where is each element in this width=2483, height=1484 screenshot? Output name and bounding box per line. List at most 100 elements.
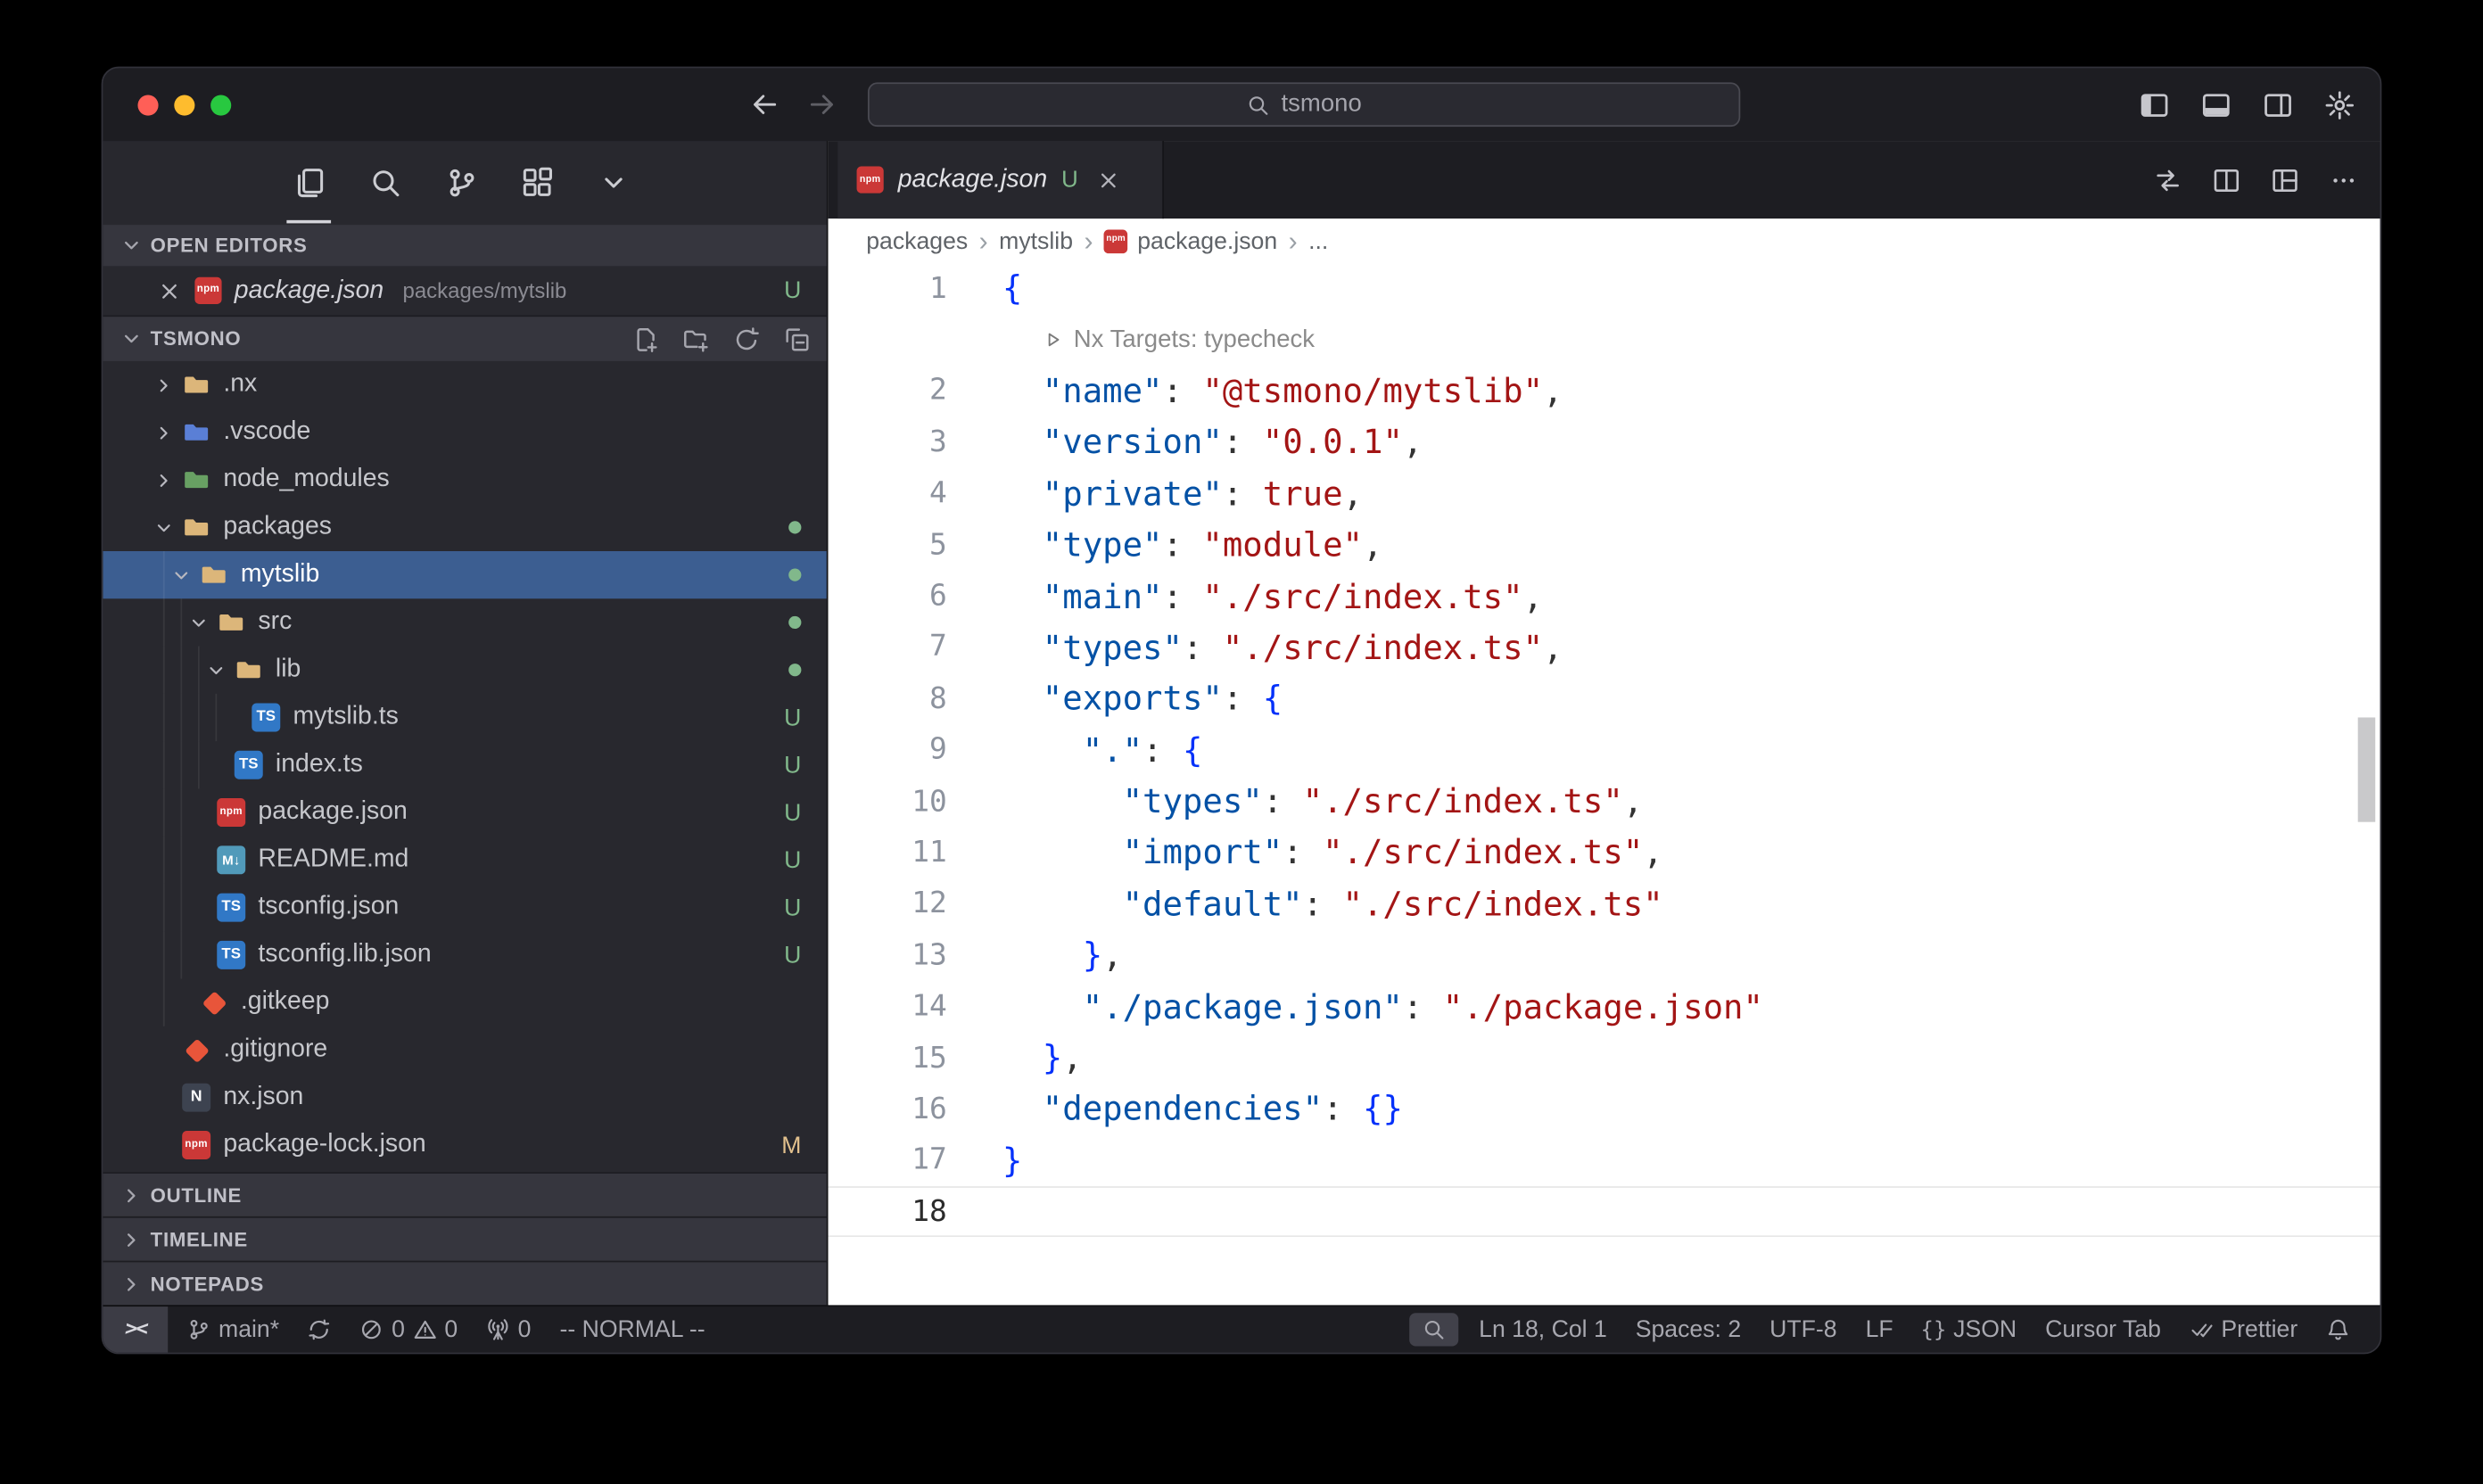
status-sync-changes[interactable] <box>293 1307 346 1353</box>
status-encoding[interactable]: UTF-8 <box>1755 1307 1851 1353</box>
status-ports-label: 0 <box>518 1316 532 1343</box>
layout-panel-icon[interactable] <box>2201 89 2231 120</box>
status-vim-mode[interactable]: -- NORMAL -- <box>545 1307 719 1353</box>
code-line-11[interactable]: 11 "import": "./src/index.ts", <box>829 828 2380 879</box>
code-area[interactable]: 1{Nx Targets: typecheck2 "name": "@tsmon… <box>829 263 2380 1306</box>
chevron-down-icon[interactable] <box>169 562 200 587</box>
explorer-section-header[interactable]: TSMONO <box>103 315 826 361</box>
back-icon[interactable] <box>749 88 781 120</box>
scrollbar-thumb[interactable] <box>2358 717 2376 821</box>
chevron-down-icon[interactable] <box>187 610 218 635</box>
breadcrumb-...[interactable]: ... <box>1308 227 1328 254</box>
status-zoom-indicator[interactable] <box>1409 1313 1458 1346</box>
tree-item-lib[interactable]: lib <box>103 647 826 694</box>
tree-item-package-lock.json[interactable]: npmpackage-lock.jsonM <box>103 1121 826 1168</box>
open-changes-icon[interactable] <box>2154 166 2182 194</box>
history-nav <box>749 88 837 120</box>
status-indentation[interactable]: Spaces: 2 <box>1621 1307 1755 1353</box>
code-line-5[interactable]: 5 "type": "module", <box>829 519 2380 571</box>
code-line-10[interactable]: 10 "types": "./src/index.ts", <box>829 776 2380 828</box>
maximize-button[interactable] <box>210 95 231 115</box>
tree-item-src[interactable]: src <box>103 598 826 646</box>
open-editor-item[interactable]: npm package.json packages/mytslib U <box>103 266 826 315</box>
status-language-mode[interactable]: {}JSON <box>1908 1307 2032 1353</box>
tree-item-packages[interactable]: packages <box>103 504 826 551</box>
code-line-6[interactable]: 6 "main": "./src/index.ts", <box>829 571 2380 622</box>
panel-outline[interactable]: OUTLINE <box>103 1172 826 1216</box>
search-icon[interactable] <box>366 164 404 202</box>
code-line-15[interactable]: 15 }, <box>829 1033 2380 1084</box>
chevron-down-icon[interactable] <box>204 657 235 682</box>
status-remote-indicator[interactable]: >< <box>103 1307 168 1353</box>
chevron-right-icon[interactable] <box>152 372 182 397</box>
twisty-spacer <box>152 1037 182 1062</box>
tree-item-mytslib[interactable]: mytslib <box>103 551 826 598</box>
extensions-icon[interactable] <box>518 164 557 202</box>
settings-gear-icon[interactable] <box>2324 89 2355 120</box>
toggle-layout-icon[interactable] <box>2271 166 2299 194</box>
status-cursor-tab[interactable]: Cursor Tab <box>2031 1307 2175 1353</box>
panel-timeline[interactable]: TIMELINE <box>103 1216 826 1261</box>
status-ports[interactable]: 0 <box>472 1307 545 1353</box>
explorer-icon[interactable] <box>290 164 328 202</box>
code-line-12[interactable]: 12 "default": "./src/index.ts" <box>829 878 2380 930</box>
layout-sidebar-right-icon[interactable] <box>2263 89 2293 120</box>
close-button[interactable] <box>137 95 158 115</box>
status-formatter[interactable]: Prettier <box>2175 1307 2312 1353</box>
new-file-icon[interactable] <box>631 326 658 352</box>
tree-item-mytslib.ts[interactable]: TSmytslib.tsU <box>103 694 826 741</box>
layout-sidebar-left-icon[interactable] <box>2140 89 2170 120</box>
code-line-4[interactable]: 4 "private": true, <box>829 468 2380 520</box>
code-line-7[interactable]: 7 "types": "./src/index.ts", <box>829 622 2380 673</box>
codelens[interactable]: Nx Targets: typecheck <box>829 314 2380 366</box>
new-folder-icon[interactable] <box>682 326 709 352</box>
tree-item-nx.json[interactable]: Nnx.json <box>103 1074 826 1121</box>
close-editor-icon[interactable] <box>157 278 182 303</box>
tree-item-tsconfig.json[interactable]: TStsconfig.jsonU <box>103 884 826 931</box>
tree-item-index.ts[interactable]: TSindex.tsU <box>103 741 826 788</box>
breadcrumb-packages[interactable]: packages <box>866 227 968 254</box>
chevron-down-icon[interactable] <box>594 164 632 202</box>
close-tab-icon[interactable] <box>1095 167 1120 192</box>
breadcrumb-package.json[interactable]: npmpackage.json <box>1104 227 1277 254</box>
breadcrumb-mytslib[interactable]: mytslib <box>999 227 1073 254</box>
tree-item-node_modules[interactable]: node_modules <box>103 456 826 503</box>
panel-notepads[interactable]: NOTEPADS <box>103 1261 826 1306</box>
code-line-13[interactable]: 13 }, <box>829 930 2380 982</box>
status-cursor-position[interactable]: Ln 18, Col 1 <box>1464 1307 1621 1353</box>
tree-item-.gitignore[interactable]: .gitignore <box>103 1026 826 1074</box>
code-line-17[interactable]: 17} <box>829 1135 2380 1187</box>
collapse-all-icon[interactable] <box>784 326 811 352</box>
indent-guide <box>163 598 165 646</box>
tab-package-json[interactable]: npm package.json U <box>837 141 1164 218</box>
code-line-2[interactable]: 2 "name": "@tsmono/mytslib", <box>829 366 2380 417</box>
chevron-right-icon[interactable] <box>152 420 182 445</box>
code-line-18[interactable]: 18 <box>829 1186 2380 1238</box>
status-notifications[interactable] <box>2312 1307 2364 1353</box>
code-line-3[interactable]: 3 "version": "0.0.1", <box>829 416 2380 468</box>
tree-item-tsconfig.lib.json[interactable]: TStsconfig.lib.jsonU <box>103 931 826 978</box>
chevron-down-icon[interactable] <box>152 515 182 540</box>
tree-item-package.json[interactable]: npmpackage.jsonU <box>103 788 826 836</box>
code-line-1[interactable]: 1{ <box>829 263 2380 315</box>
chevron-right-icon[interactable] <box>152 467 182 492</box>
tree-item-.gitkeep[interactable]: .gitkeep <box>103 979 826 1026</box>
code-line-16[interactable]: 16 "dependencies": {} <box>829 1084 2380 1135</box>
status-eol[interactable]: LF <box>1852 1307 1908 1353</box>
refresh-icon[interactable] <box>733 326 760 352</box>
tree-item-.nx[interactable]: .nx <box>103 361 826 408</box>
tree-item-README.md[interactable]: M↓README.mdU <box>103 837 826 884</box>
more-actions-icon[interactable] <box>2330 166 2358 194</box>
tree-item-.vscode[interactable]: .vscode <box>103 408 826 456</box>
split-editor-icon[interactable] <box>2212 166 2240 194</box>
command-center[interactable]: tsmono <box>868 82 1740 127</box>
status-git-branch[interactable]: main* <box>173 1307 294 1353</box>
code-line-9[interactable]: 9 ".": { <box>829 725 2380 777</box>
minimize-button[interactable] <box>174 95 194 115</box>
forward-icon[interactable] <box>806 88 838 120</box>
code-line-14[interactable]: 14 "./package.json": "./package.json" <box>829 981 2380 1033</box>
source-control-icon[interactable] <box>441 164 480 202</box>
status-problems[interactable]: 00 <box>346 1307 472 1353</box>
open-editors-header[interactable]: OPEN EDITORS <box>103 225 826 266</box>
code-line-8[interactable]: 8 "exports": { <box>829 673 2380 725</box>
